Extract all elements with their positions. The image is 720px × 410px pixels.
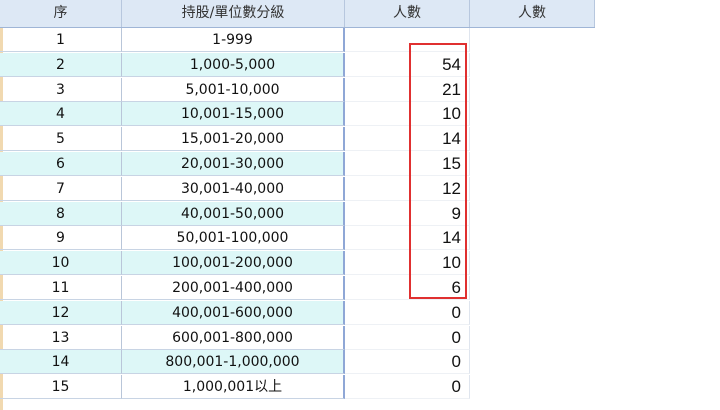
table-row: 9 50,001-100,000 14: [0, 226, 470, 251]
row-index-cell[interactable]: 3: [0, 77, 122, 102]
count-cell[interactable]: 0: [345, 325, 470, 350]
row-index-cell[interactable]: 4: [0, 102, 122, 127]
table-row: 1 1-999: [0, 28, 470, 52]
table-row: 5 15,001-20,000 14: [0, 127, 470, 152]
table-row: 6 20,001-30,000 15: [0, 152, 470, 176]
range-cell[interactable]: 1-999: [122, 28, 345, 52]
range-cell[interactable]: 40,001-50,000: [122, 201, 345, 226]
table-row: 8 40,001-50,000 9: [0, 201, 470, 226]
row-index-cell[interactable]: 10: [0, 251, 122, 276]
count-cell[interactable]: 10: [345, 102, 470, 127]
table-row: 14 800,001-1,000,000 0: [0, 350, 470, 375]
row-index-cell[interactable]: 5: [0, 127, 122, 152]
count-cell[interactable]: 0: [345, 300, 470, 325]
row-index-cell[interactable]: 7: [0, 176, 122, 201]
row-index-cell[interactable]: 8: [0, 201, 122, 226]
table-row: 2 1,000-5,000 54: [0, 52, 470, 77]
row-index-cell[interactable]: 13: [0, 325, 122, 350]
range-cell[interactable]: 30,001-40,000: [122, 176, 345, 201]
table-row: 4 10,001-15,000 10: [0, 102, 470, 127]
range-cell[interactable]: 20,001-30,000: [122, 152, 345, 176]
column-header-count[interactable]: 人數: [345, 0, 470, 27]
range-cell[interactable]: 50,001-100,000: [122, 226, 345, 251]
table-row: 12 400,001-600,000 0: [0, 300, 470, 325]
row-index-cell[interactable]: 2: [0, 52, 122, 77]
range-cell[interactable]: 600,001-800,000: [122, 325, 345, 350]
count-cell[interactable]: 6: [345, 276, 470, 300]
range-cell[interactable]: 1,000-5,000: [122, 52, 345, 77]
row-index-cell[interactable]: 6: [0, 152, 122, 176]
range-cell[interactable]: 800,001-1,000,000: [122, 350, 345, 375]
row-index-cell[interactable]: 14: [0, 350, 122, 375]
count-cell[interactable]: 15: [345, 152, 470, 176]
range-cell[interactable]: 200,001-400,000: [122, 276, 345, 300]
count-cell[interactable]: 14: [345, 127, 470, 152]
column-header-count-2[interactable]: 人數: [470, 0, 595, 27]
row-index-cell[interactable]: 15: [0, 375, 122, 400]
count-cell[interactable]: 10: [345, 251, 470, 276]
range-cell[interactable]: 15,001-20,000: [122, 127, 345, 152]
count-cell[interactable]: 0: [345, 350, 470, 375]
count-cell[interactable]: [345, 28, 470, 52]
table-row: 15 1,000,001以上 0: [0, 375, 470, 400]
table-row: 3 5,001-10,000 21: [0, 77, 470, 102]
table-row: 10 100,001-200,000 10: [0, 251, 470, 276]
table-row: 13 600,001-800,000 0: [0, 325, 470, 350]
row-index-cell[interactable]: 9: [0, 226, 122, 251]
row-index-cell[interactable]: 1: [0, 28, 122, 52]
table-row: 11 200,001-400,000 6: [0, 276, 470, 300]
row-index-cell[interactable]: 11: [0, 276, 122, 300]
count-cell[interactable]: 14: [345, 226, 470, 251]
range-cell[interactable]: 5,001-10,000: [122, 77, 345, 102]
column-header-index[interactable]: 序: [0, 0, 122, 27]
count-cell[interactable]: 54: [345, 52, 470, 77]
range-cell[interactable]: 10,001-15,000: [122, 102, 345, 127]
count-cell[interactable]: 0: [345, 375, 470, 400]
range-cell[interactable]: 1,000,001以上: [122, 375, 345, 400]
range-cell[interactable]: 400,001-600,000: [122, 300, 345, 325]
count-cell[interactable]: 9: [345, 201, 470, 226]
column-header-range[interactable]: 持股/單位數分級: [122, 0, 345, 27]
table-row: 7 30,001-40,000 12: [0, 176, 470, 201]
row-index-cell[interactable]: 12: [0, 300, 122, 325]
count-cell[interactable]: 21: [345, 77, 470, 102]
count-cell[interactable]: 12: [345, 176, 470, 201]
table-header: 序 持股/單位數分級 人數 人數: [0, 0, 595, 28]
range-cell[interactable]: 100,001-200,000: [122, 251, 345, 276]
